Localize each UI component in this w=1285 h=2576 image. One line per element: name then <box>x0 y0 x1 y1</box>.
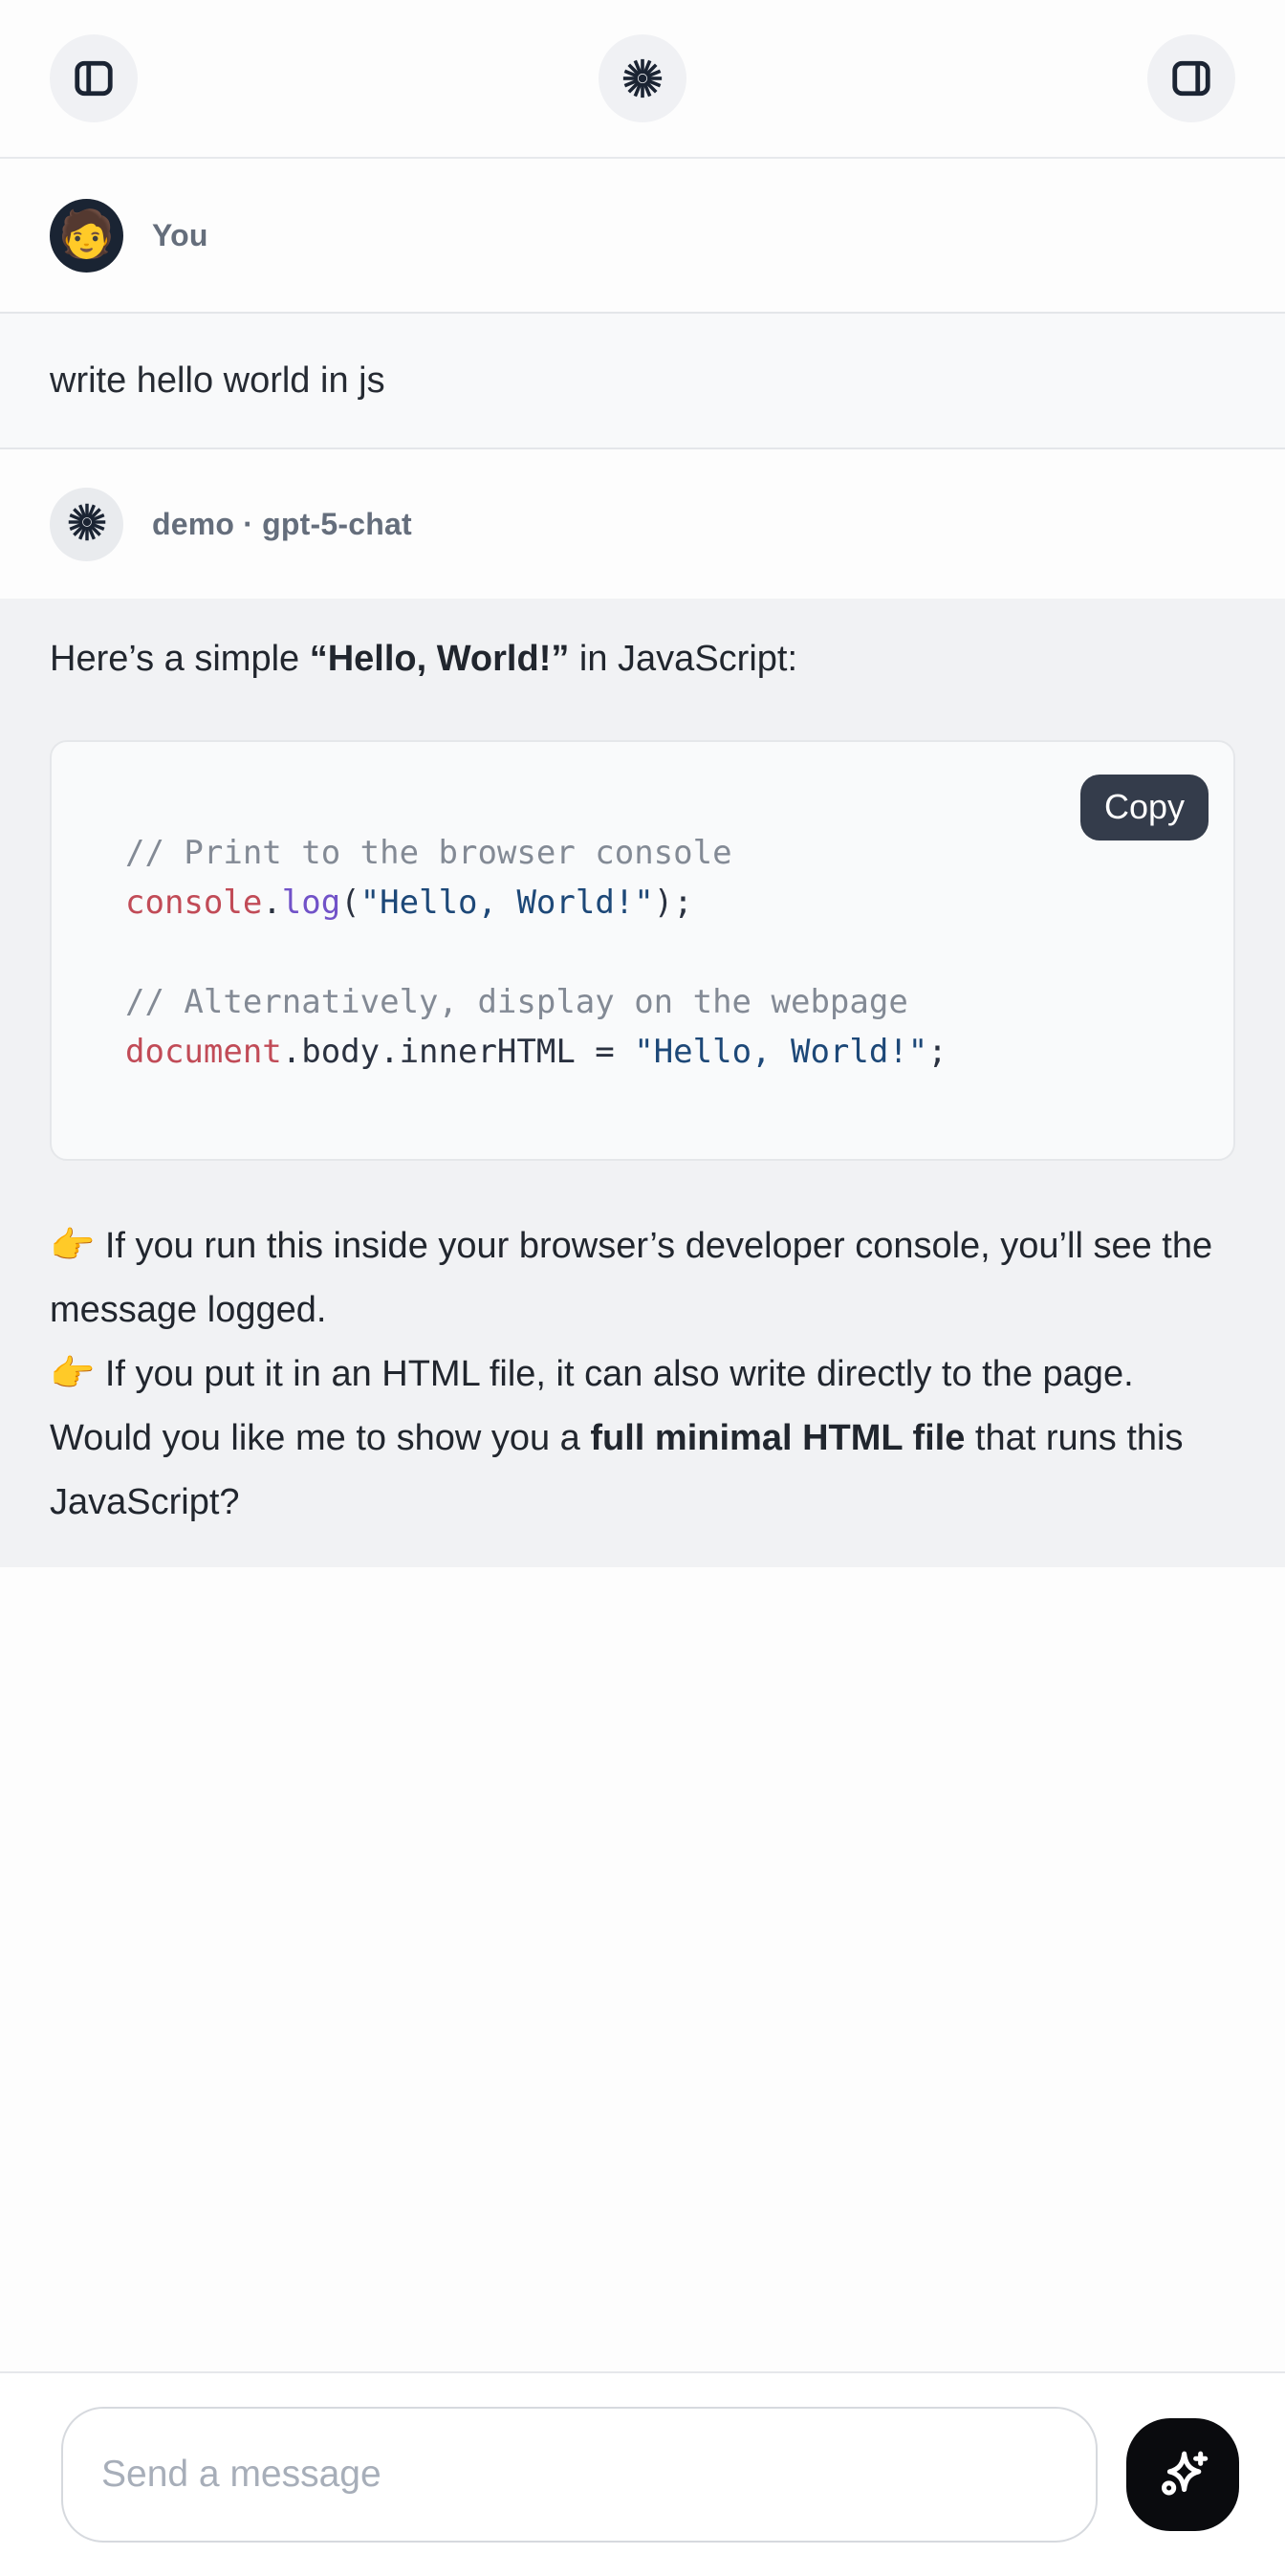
tip-line: 👉 If you put it in an HTML file, it can … <box>50 1343 1235 1407</box>
code-line: // Print to the browser console <box>125 828 1195 878</box>
panel-right-icon <box>1168 55 1214 101</box>
user-message-text: write hello world in js <box>50 360 385 402</box>
assistant-author-row: demo · gpt-5-chat <box>0 449 1285 599</box>
assistant-avatar <box>50 488 123 561</box>
person-emoji-icon: 🧑 <box>58 212 116 258</box>
copy-code-button[interactable]: Copy <box>1080 775 1209 840</box>
tip-line: 👉 If you run this inside your browser’s … <box>50 1214 1235 1343</box>
user-author-label: You <box>152 218 208 253</box>
assistant-intro-paragraph: Here’s a simple “Hello, World!” in JavaS… <box>50 627 1235 690</box>
user-avatar: 🧑 <box>50 199 123 273</box>
panel-left-icon <box>71 55 117 101</box>
intro-text: Here’s a simple <box>50 639 310 679</box>
intro-text: in JavaScript: <box>569 639 797 679</box>
question-bold-text: full minimal HTML file <box>590 1418 965 1458</box>
composer-bar <box>0 2371 1285 2576</box>
starburst-icon <box>66 501 108 548</box>
message-input[interactable] <box>61 2407 1098 2543</box>
code-line: document.body.innerHTML = "Hello, World!… <box>125 1027 1195 1077</box>
right-panel-toggle-button[interactable] <box>1147 34 1235 122</box>
code-line <box>125 928 1195 977</box>
sidebar-toggle-button[interactable] <box>50 34 138 122</box>
assistant-author-label: demo · gpt-5-chat <box>152 507 412 542</box>
user-author-row: 🧑 You <box>0 159 1285 312</box>
app-logo-button[interactable] <box>599 34 686 122</box>
intro-bold-text: “Hello, World!” <box>310 639 570 679</box>
sparkle-icon <box>1152 2443 1213 2507</box>
code-block: // Print to the browser consoleconsole.l… <box>52 742 1233 1159</box>
starburst-icon <box>621 56 664 100</box>
assistant-message-band: Here’s a simple “Hello, World!” in JavaS… <box>0 599 1285 1567</box>
user-message-band: write hello world in js <box>0 312 1285 449</box>
assistant-question-paragraph: Would you like me to show you a full min… <box>50 1407 1235 1535</box>
top-bar <box>0 0 1285 159</box>
code-line: console.log("Hello, World!"); <box>125 878 1195 928</box>
question-text: Would you like me to show you a <box>50 1418 590 1458</box>
code-block-card: Copy // Print to the browser consolecons… <box>50 740 1235 1161</box>
chat-app: 🧑 You write hello world in js <box>0 0 1285 2576</box>
send-button[interactable] <box>1126 2418 1239 2531</box>
code-line: // Alternatively, display on the webpage <box>125 977 1195 1027</box>
assistant-tips: 👉 If you run this inside your browser’s … <box>50 1214 1235 1407</box>
